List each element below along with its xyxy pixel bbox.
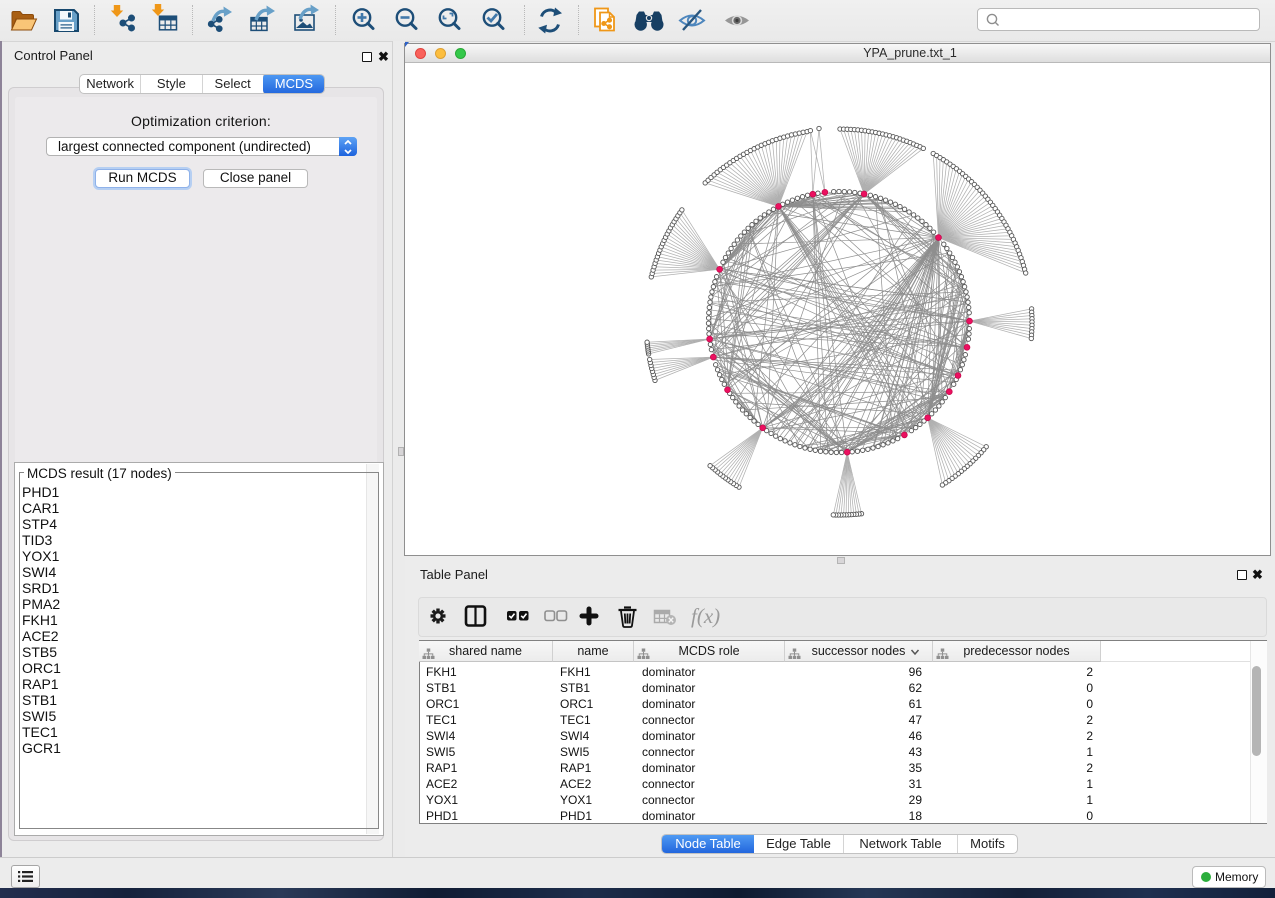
svg-text:f(x): f(x) [691, 604, 720, 628]
